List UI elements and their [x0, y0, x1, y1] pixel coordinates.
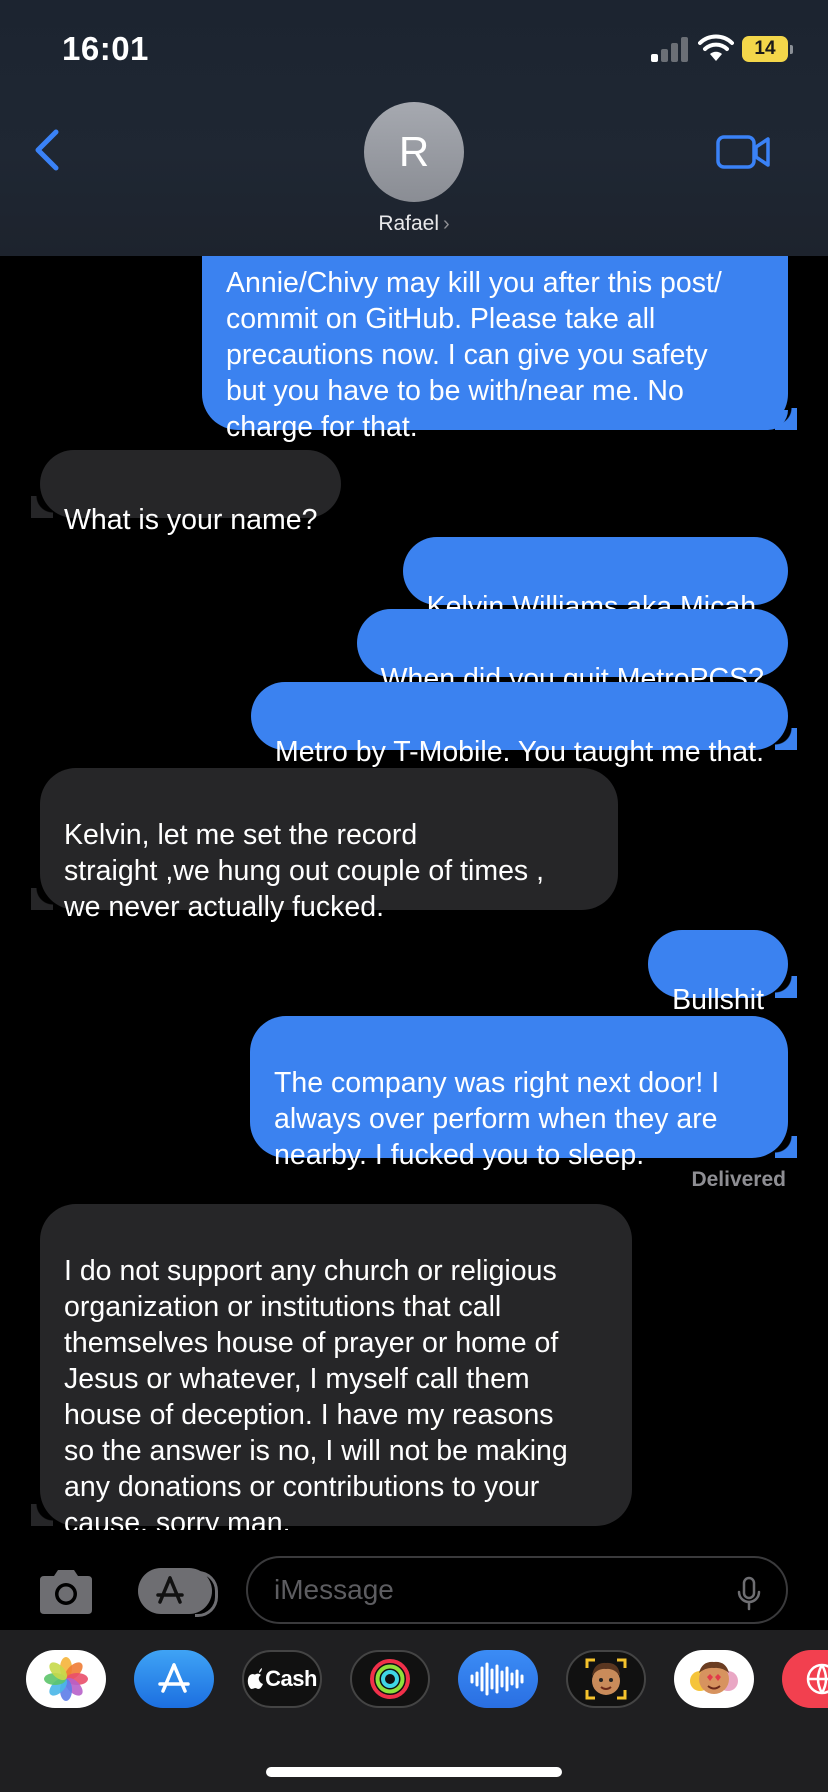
message-bubble-sent[interactable]: The company was right next door! I alway…	[250, 1016, 797, 1171]
conversation-header: 16:01 14 R Rafael ›	[0, 0, 828, 256]
chevron-left-icon	[35, 129, 59, 171]
photos-icon	[44, 1657, 88, 1701]
battery-level: 14	[754, 38, 776, 59]
battery-icon: 14	[742, 36, 793, 62]
app-photos[interactable]	[26, 1650, 106, 1708]
dictation-button[interactable]	[736, 1576, 762, 1612]
app-apple-cash[interactable]: Cash	[242, 1650, 322, 1708]
avatar-initial: R	[398, 128, 430, 175]
avatar[interactable]: R	[364, 102, 464, 202]
message-bubble-received[interactable]: What is your name?	[30, 450, 342, 536]
app-web[interactable]	[782, 1650, 828, 1708]
audio-waveform-icon	[470, 1662, 524, 1696]
message-text: What is your name?	[64, 504, 318, 536]
app-audio-message[interactable]	[458, 1650, 538, 1708]
message-bubble-received[interactable]: Kelvin, let me set the record straight ,…	[31, 768, 618, 923]
message-bubble-sent[interactable]: Kelvin Williams aka Micah.	[402, 537, 788, 623]
wifi-icon	[698, 34, 734, 61]
message-text: Bullshit	[672, 984, 764, 1016]
app-memoji-stickers[interactable]	[674, 1650, 754, 1708]
delivery-status: Delivered	[691, 1168, 786, 1191]
facetime-video-button[interactable]	[716, 134, 772, 170]
contact-name-button[interactable]: Rafael ›	[0, 212, 828, 236]
globe-icon	[806, 1663, 828, 1695]
camera-button[interactable]	[36, 1568, 96, 1616]
message-bubble-received[interactable]: I do not support any church or religious…	[31, 1204, 632, 1530]
camera-icon	[40, 1570, 92, 1614]
message-text: Kelvin, let me set the record straight ,…	[64, 819, 545, 923]
app-store-icon	[158, 1663, 190, 1693]
apps-button[interactable]	[138, 1568, 218, 1617]
app-store-icon	[156, 1576, 184, 1604]
memoji-stickers-icon	[690, 1661, 738, 1694]
memoji-icon	[585, 1658, 627, 1700]
home-indicator[interactable]	[266, 1767, 562, 1777]
app-memoji[interactable]	[566, 1650, 646, 1708]
app-drawer: Cash	[0, 1630, 828, 1792]
app-store[interactable]	[134, 1650, 214, 1708]
message-bubble-sent[interactable]: Metro by T-Mobile. You taught me that.	[250, 682, 798, 768]
activity-rings-icon	[370, 1659, 410, 1699]
microphone-icon	[737, 1576, 761, 1611]
status-time: 16:01	[62, 30, 149, 67]
message-text: Metro by T-Mobile. You taught me that.	[274, 736, 764, 768]
app-fitness[interactable]	[350, 1650, 430, 1708]
message-bubble-sent[interactable]: Bullshit	[648, 930, 797, 1016]
message-bubble-sent[interactable]: When did you quit MetroPCS?	[356, 609, 788, 695]
apple-cash-icon	[247, 1668, 264, 1689]
bubble-tail	[748, 408, 797, 430]
video-camera-icon	[716, 135, 770, 169]
composer-bar	[0, 1530, 828, 1630]
contact-name: Rafael	[378, 212, 440, 235]
back-button[interactable]	[28, 126, 68, 174]
message-text: The company was right next door! I alway…	[274, 1067, 720, 1171]
chevron-right-icon: ›	[443, 213, 450, 235]
message-input[interactable]	[246, 1556, 788, 1624]
cellular-signal-icon	[651, 36, 691, 62]
message-text: I do not support any church or religious…	[64, 1255, 568, 1530]
cash-label: Cash	[265, 1666, 317, 1691]
message-text: Annie/Chivy may kill you after this post…	[226, 267, 722, 443]
